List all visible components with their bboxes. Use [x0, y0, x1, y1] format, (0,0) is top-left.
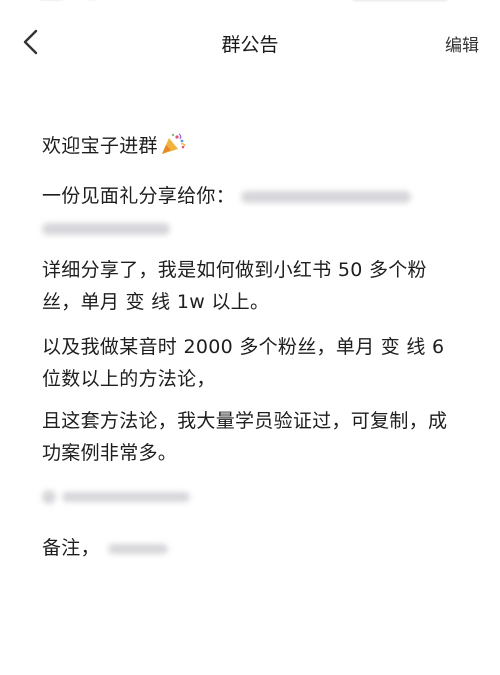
welcome-line: 欢迎宝子进群	[42, 130, 462, 166]
redacted-content	[107, 543, 168, 554]
detail-paragraph-1: 详细分享了，我是如何做到小红书 50 多个粉丝，单月 变 线 1w 以上。	[42, 259, 427, 313]
nav-header: 群公告 编辑	[0, 0, 500, 84]
redacted-line	[42, 480, 462, 512]
edit-button[interactable]: 编辑	[445, 31, 479, 56]
redacted-content	[42, 222, 170, 235]
redacted-emoji	[42, 489, 56, 504]
gift-paragraph: 一份见面礼分享给你：	[42, 180, 462, 244]
gift-text: 一份见面礼分享给你：	[42, 185, 236, 207]
detail-paragraph-3: 且这套方法论，我大量学员验证过，可复制，成功案例非常多。	[42, 410, 448, 464]
redacted-content	[241, 190, 412, 203]
detail-paragraph-2: 以及我做某音时 2000 多个粉丝，单月 变 线 6 位数以上的方法论，	[42, 336, 445, 390]
note-line: 备注，	[42, 532, 462, 564]
party-popper-icon	[160, 132, 186, 166]
note-label: 备注，	[42, 537, 100, 559]
announcement-screen: 群公告 编辑 欢迎宝子进群 一份见面礼分享给你： 详细分享了，我是如何做到小红书…	[0, 0, 500, 675]
page-title: 群公告	[221, 34, 279, 56]
redacted-content	[62, 491, 190, 502]
welcome-text: 欢迎宝子进群	[42, 135, 158, 157]
